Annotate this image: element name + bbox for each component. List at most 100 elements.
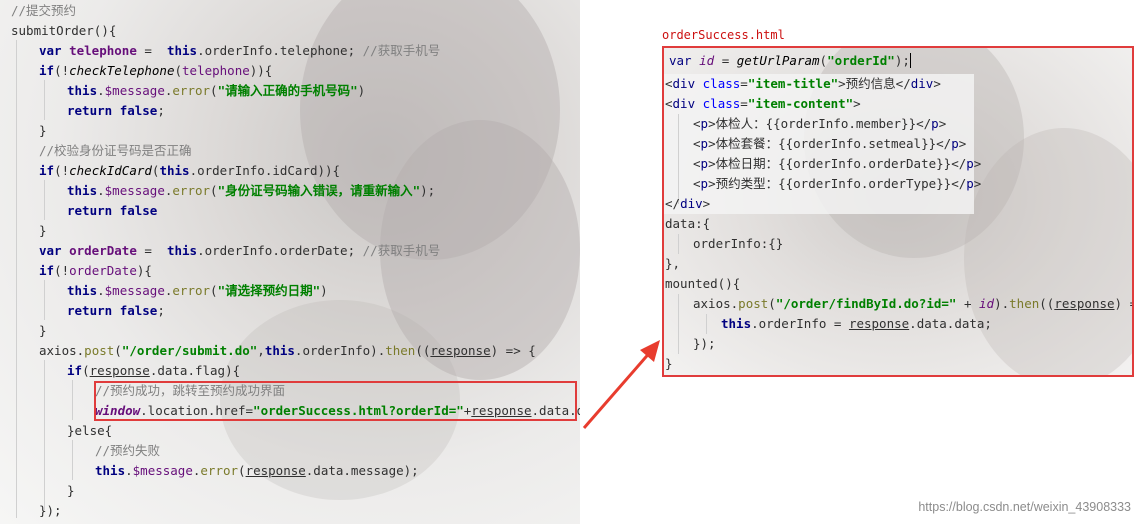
code-text: }, bbox=[665, 256, 681, 271]
comment: //提交预约 bbox=[11, 3, 77, 18]
code-line: //提交预约 bbox=[11, 1, 76, 21]
code-line: <p>体检套餐：{{orderInfo.setmeal}}</p> bbox=[693, 136, 967, 151]
code-text: }); bbox=[693, 336, 716, 351]
keyword: false bbox=[119, 203, 158, 218]
code-line: <p>体检人：{{orderInfo.member}}</p> bbox=[693, 116, 947, 131]
code-line: this.orderInfo = response.data.data; bbox=[721, 314, 992, 334]
comment: //获取手机号 bbox=[362, 43, 441, 58]
code-text: .orderInfo = bbox=[751, 316, 849, 331]
code-text: orderInfo:{} bbox=[693, 236, 784, 251]
variable: id bbox=[699, 53, 715, 68]
variable: orderDate bbox=[69, 263, 137, 278]
property: $message bbox=[132, 463, 193, 478]
keyword: if bbox=[67, 363, 83, 378]
code-text: .data.flag bbox=[149, 363, 226, 378]
code-line: if(!checkTelephone(telephone)){ bbox=[39, 63, 273, 78]
variable: telephone bbox=[69, 43, 137, 58]
keyword: false bbox=[119, 103, 158, 118]
html-tag: p bbox=[931, 116, 939, 131]
right-code-panel: var id = getUrlParam("orderId"); <div cl… bbox=[662, 46, 1134, 377]
param: response bbox=[245, 463, 306, 478]
code-text: } bbox=[665, 356, 673, 371]
indent-guide bbox=[678, 114, 679, 204]
code-line: </div> bbox=[665, 196, 711, 211]
code-text: .data.data; bbox=[909, 316, 992, 331]
param: response bbox=[848, 316, 910, 331]
code-line: var orderDate = this.orderInfo.orderDate… bbox=[39, 243, 441, 258]
html-tag: p bbox=[951, 136, 959, 151]
title-text: 预约信息 bbox=[845, 76, 896, 91]
variable: orderDate bbox=[69, 243, 137, 258]
code-text: .orderInfo.telephone; bbox=[197, 43, 363, 58]
indent-guide bbox=[44, 360, 45, 510]
code-text: .orderInfo.idCard bbox=[189, 163, 318, 178]
html-tag: div bbox=[672, 96, 696, 111]
string: "/order/findById.do?id=" bbox=[775, 296, 957, 311]
code-text: axios bbox=[693, 296, 731, 311]
code-text: mounted(){ bbox=[665, 276, 741, 291]
code-line: var telephone = this.orderInfo.telephone… bbox=[39, 43, 441, 58]
indent-guide bbox=[44, 280, 45, 320]
keyword: this bbox=[67, 283, 98, 298]
comment: //预约失败 bbox=[95, 443, 161, 458]
method: error bbox=[172, 183, 211, 198]
keyword: this bbox=[67, 183, 98, 198]
param: response bbox=[89, 363, 150, 378]
property: $message bbox=[104, 283, 165, 298]
keyword: var bbox=[669, 53, 692, 68]
method: error bbox=[172, 283, 211, 298]
html-tag: p bbox=[966, 156, 974, 171]
template-text: 体检日期：{{orderInfo.orderDate}} bbox=[715, 156, 952, 171]
variable: telephone bbox=[182, 63, 250, 78]
keyword: false bbox=[119, 303, 158, 318]
method: post bbox=[84, 343, 115, 358]
keyword: this bbox=[159, 163, 190, 178]
code-line: }); bbox=[39, 501, 62, 521]
code-text: axios bbox=[39, 343, 77, 358]
html-tag: div bbox=[910, 76, 934, 91]
comment: //获取手机号 bbox=[362, 243, 441, 258]
string: "请选择预约日期" bbox=[217, 283, 321, 298]
html-tag: div bbox=[680, 196, 703, 211]
file-title: orderSuccess.html bbox=[662, 28, 785, 42]
code-line: }else{ bbox=[67, 421, 112, 441]
param: response bbox=[430, 343, 491, 358]
code-line: } bbox=[39, 123, 47, 138]
indent-guide bbox=[72, 380, 73, 420]
keyword: return bbox=[67, 203, 113, 218]
method: then bbox=[385, 343, 416, 358]
code-line: data:{ bbox=[665, 214, 710, 234]
string: "请输入正确的手机号码" bbox=[217, 83, 358, 98]
method: post bbox=[738, 296, 769, 311]
html-attr: class bbox=[702, 96, 741, 111]
param: response bbox=[1054, 296, 1115, 311]
html-tag: p bbox=[700, 156, 709, 171]
method: then bbox=[1009, 296, 1040, 311]
keyword: if bbox=[39, 163, 55, 178]
code-line: if(!checkIdCard(this.orderInfo.idCard)){ bbox=[39, 163, 341, 178]
code-line: <p>体检日期：{{orderInfo.orderDate}}</p> bbox=[693, 156, 982, 171]
html-tag: div bbox=[672, 76, 696, 91]
html-attr: class bbox=[702, 76, 741, 91]
code-line: } bbox=[665, 354, 673, 374]
code-line: axios.post("/order/submit.do",this.order… bbox=[39, 343, 536, 358]
method: error bbox=[172, 83, 211, 98]
code-line: //预约失败 bbox=[95, 441, 160, 461]
indent-guide bbox=[16, 40, 17, 518]
template-text: 预约类型：{{orderInfo.orderType}} bbox=[715, 176, 952, 191]
attr-value: "item-content" bbox=[747, 96, 854, 111]
punct: (){ bbox=[93, 23, 117, 38]
function-name: submitOrder bbox=[11, 23, 94, 38]
code-line: return false bbox=[67, 201, 157, 221]
function-call: checkTelephone bbox=[69, 63, 175, 78]
code-line: } bbox=[67, 483, 75, 498]
template-text: 体检套餐：{{orderInfo.setmeal}} bbox=[715, 136, 937, 151]
code-line: return false; bbox=[67, 103, 165, 118]
code-line: orderInfo:{} bbox=[693, 234, 783, 254]
left-code-panel: //提交预约 submitOrder(){ var telephone = th… bbox=[0, 0, 580, 524]
keyword: this bbox=[95, 463, 126, 478]
code-line: return false; bbox=[67, 303, 165, 318]
code-line: if(response.data.flag){ bbox=[67, 363, 241, 378]
code-line: <div class="item-title">预约信息</div> bbox=[665, 76, 941, 91]
code-text: data:{ bbox=[665, 216, 711, 231]
